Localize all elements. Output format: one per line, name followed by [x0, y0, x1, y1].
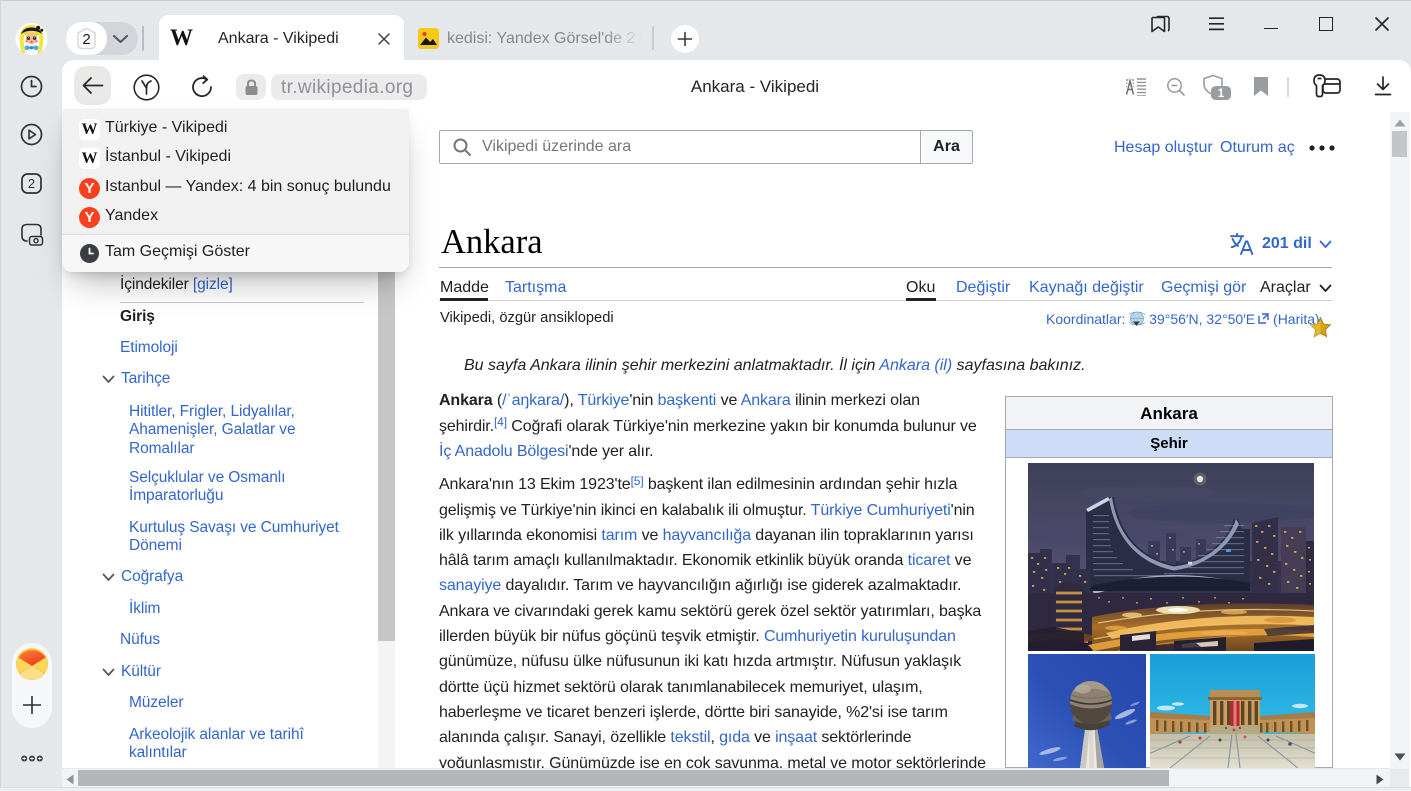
svg-text:2: 2	[28, 176, 35, 191]
svg-text:1: 1	[1218, 88, 1225, 100]
svg-text:2: 2	[82, 31, 90, 48]
